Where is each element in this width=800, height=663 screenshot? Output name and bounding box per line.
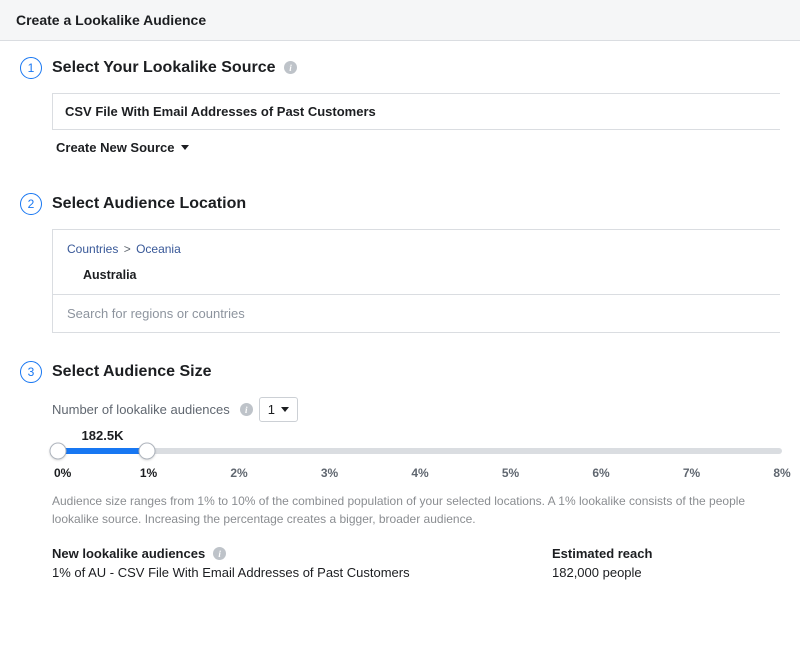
step-1-title: Select Your Lookalike Source bbox=[52, 59, 276, 76]
slider-handle-end[interactable] bbox=[139, 443, 156, 460]
search-regions-input[interactable]: Search for regions or countries bbox=[53, 294, 780, 332]
slider-tick-label: 7% bbox=[683, 466, 700, 480]
new-audiences-value: 1% of AU - CSV File With Email Addresses… bbox=[52, 565, 552, 580]
info-icon[interactable]: i bbox=[284, 61, 297, 74]
step-2-section: 2 Select Audience Location Countries > O… bbox=[20, 193, 780, 333]
slider-fill bbox=[58, 448, 147, 454]
num-audiences-value: 1 bbox=[268, 402, 275, 417]
audience-size-slider: 182.5K 0%1%2%3%4%5%6%7%8% bbox=[52, 448, 782, 482]
location-breadcrumb: Countries > Oceania bbox=[53, 230, 780, 262]
slider-tick-label: 3% bbox=[321, 466, 338, 480]
step-1-header: 1 Select Your Lookalike Source i bbox=[20, 57, 780, 79]
new-audiences-col: New lookalike audiences i 1% of AU - CSV… bbox=[52, 546, 552, 580]
info-icon[interactable]: i bbox=[240, 403, 253, 416]
breadcrumb-region[interactable]: Oceania bbox=[136, 242, 181, 256]
modal-header: Create a Lookalike Audience bbox=[0, 0, 800, 41]
slider-track[interactable] bbox=[58, 448, 782, 454]
breadcrumb-separator: > bbox=[124, 242, 131, 256]
step-1-badge: 1 bbox=[20, 57, 42, 79]
info-icon[interactable]: i bbox=[213, 547, 226, 560]
step-1-section: 1 Select Your Lookalike Source i CSV Fil… bbox=[20, 57, 780, 165]
slider-tick-label: 1% bbox=[140, 466, 157, 480]
num-audiences-label: Number of lookalike audiences bbox=[52, 402, 230, 417]
modal-content: 1 Select Your Lookalike Source i CSV Fil… bbox=[0, 41, 800, 600]
modal-title: Create a Lookalike Audience bbox=[16, 12, 784, 28]
slider-value-label: 182.5K bbox=[82, 428, 124, 443]
step-3-section: 3 Select Audience Size Number of lookali… bbox=[20, 361, 780, 580]
step-3-header: 3 Select Audience Size bbox=[20, 361, 780, 383]
new-audiences-label: New lookalike audiences bbox=[52, 546, 205, 561]
selected-country[interactable]: Australia bbox=[53, 262, 780, 294]
audience-size-caption: Audience size ranges from 1% to 10% of t… bbox=[52, 492, 792, 528]
caret-down-icon bbox=[181, 145, 189, 150]
slider-handle-start[interactable] bbox=[50, 443, 67, 460]
slider-tick-label: 2% bbox=[230, 466, 247, 480]
step-3-badge: 3 bbox=[20, 361, 42, 383]
estimated-reach-label: Estimated reach bbox=[552, 546, 652, 561]
num-audiences-row: Number of lookalike audiences i 1 bbox=[52, 397, 780, 422]
slider-tick-label: 5% bbox=[502, 466, 519, 480]
step-2-badge: 2 bbox=[20, 193, 42, 215]
slider-tick-label: 8% bbox=[773, 466, 790, 480]
estimated-reach-value: 182,000 people bbox=[552, 565, 652, 580]
caret-down-icon bbox=[281, 407, 289, 412]
step-2-title: Select Audience Location bbox=[52, 195, 246, 213]
create-new-source-label: Create New Source bbox=[56, 140, 175, 155]
num-audiences-select[interactable]: 1 bbox=[259, 397, 298, 422]
location-box: Countries > Oceania Australia Search for… bbox=[52, 229, 780, 333]
slider-tick-label: 4% bbox=[411, 466, 428, 480]
step-3-title: Select Audience Size bbox=[52, 363, 211, 381]
slider-tick-label: 0% bbox=[54, 466, 71, 480]
create-new-source-dropdown[interactable]: Create New Source bbox=[52, 130, 780, 165]
slider-ticks: 0%1%2%3%4%5%6%7%8% bbox=[52, 466, 782, 482]
step-2-header: 2 Select Audience Location bbox=[20, 193, 780, 215]
source-input[interactable]: CSV File With Email Addresses of Past Cu… bbox=[52, 93, 780, 130]
slider-tick-label: 6% bbox=[592, 466, 609, 480]
estimated-reach-col: Estimated reach 182,000 people bbox=[552, 546, 652, 580]
breadcrumb-countries[interactable]: Countries bbox=[67, 242, 118, 256]
results-row: New lookalike audiences i 1% of AU - CSV… bbox=[52, 546, 780, 580]
